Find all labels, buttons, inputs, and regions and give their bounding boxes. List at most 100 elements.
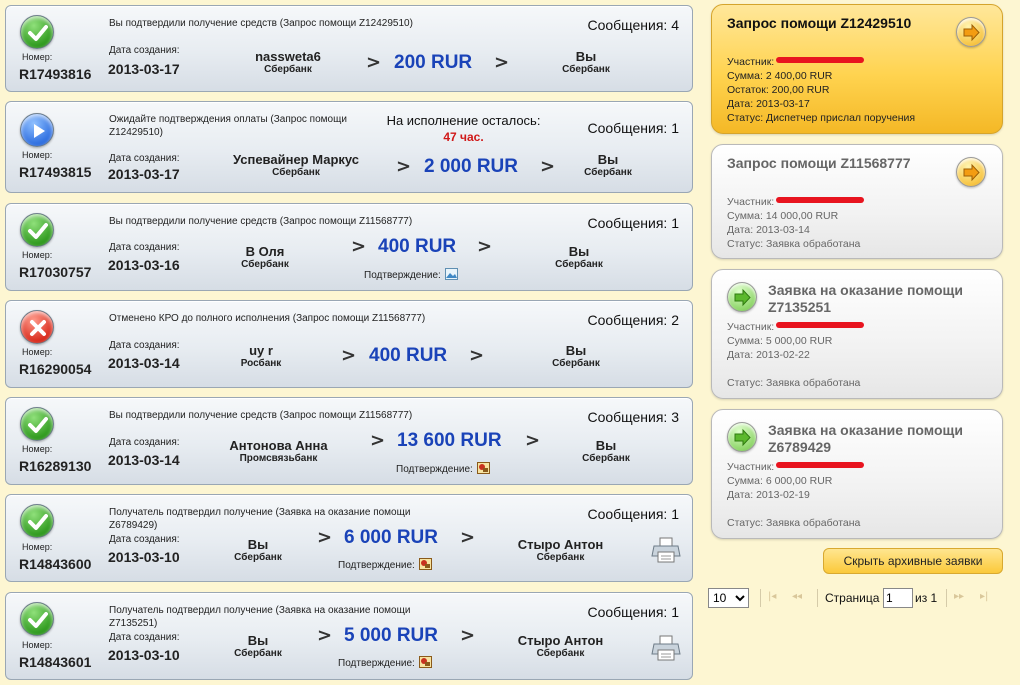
participant: Участник: <box>727 321 865 333</box>
per-page-select[interactable]: 10 <box>708 588 749 608</box>
arrow-right-icon[interactable] <box>956 17 986 47</box>
transaction-number[interactable]: R14843601 <box>19 654 91 670</box>
receiver-bank: Сбербанк <box>562 64 610 75</box>
transaction-number[interactable]: R14843600 <box>19 556 91 572</box>
messages-link[interactable]: Сообщения: 2 <box>587 312 679 328</box>
printer-icon[interactable] <box>651 537 681 563</box>
messages-link[interactable]: Сообщения: 1 <box>587 215 679 231</box>
messages-link[interactable]: Сообщения: 1 <box>587 120 679 136</box>
arrow-icon: > <box>460 527 476 548</box>
arrow-icon: > <box>341 345 357 366</box>
request-date: Дата: 2013-02-22 <box>727 349 810 361</box>
transaction-number[interactable]: R17493815 <box>19 164 91 180</box>
date-label: Дата создания: <box>109 242 180 253</box>
date-label: Дата создания: <box>109 437 180 448</box>
transaction-description: Ожидайте подтверждения оплаты (Запрос по… <box>109 114 347 138</box>
transaction-card[interactable]: Вы подтвердили получение средств (Запрос… <box>5 203 693 291</box>
confirmation[interactable]: Подтверждение: <box>396 462 490 475</box>
arrow-icon: > <box>540 156 556 177</box>
transaction-card[interactable]: Ожидайте подтверждения оплаты (Запрос по… <box>5 101 693 193</box>
receiver-name: Вы <box>597 152 619 167</box>
receiver-bank: Сбербанк <box>582 453 630 464</box>
document-icon[interactable] <box>418 558 432 570</box>
receiver-bank: Сбербанк <box>552 358 600 369</box>
messages-link[interactable]: Сообщения: 4 <box>587 17 679 33</box>
confirmation[interactable]: Подтверждение: <box>364 268 458 281</box>
confirmation[interactable]: Подтверждение: <box>338 656 432 669</box>
transaction-card[interactable]: Вы подтвердили получение средств (Запрос… <box>5 5 693 92</box>
arrow-right-icon[interactable] <box>727 282 757 312</box>
transaction-date: 2013-03-14 <box>108 355 180 371</box>
arrow-icon: > <box>351 236 367 257</box>
date-label: Дата создания: <box>109 534 180 545</box>
first-page-icon[interactable]: |◂ <box>768 591 776 602</box>
transaction-description: Вы подтвердили получение средств (Запрос… <box>109 410 413 421</box>
transaction-card[interactable]: Получатель подтвердил получение (Заявка … <box>5 592 693 680</box>
arrow-right-icon[interactable] <box>727 422 757 452</box>
prev-page-icon[interactable]: ◂◂ <box>792 591 802 602</box>
transaction-number[interactable]: R17030757 <box>19 264 91 280</box>
redaction-mark <box>776 462 865 468</box>
arrow-icon: > <box>460 625 476 646</box>
play-icon <box>20 113 54 147</box>
participant-label: Участник: <box>727 56 775 68</box>
arrow-icon: > <box>469 345 485 366</box>
request-card[interactable]: Запрос помощи Z11568777 Участник: Сумма:… <box>711 144 1003 259</box>
image-icon[interactable] <box>444 268 458 280</box>
request-date: Дата: 2013-03-14 <box>727 224 810 236</box>
receiver-bank: Сбербанк <box>536 552 585 563</box>
request-card-active[interactable]: Запрос помощи Z12429510 Участник: Сумма:… <box>711 4 1003 134</box>
request-card[interactable]: Заявка на оказание помощи Z6789429 Участ… <box>711 409 1003 539</box>
receiver-name: Стыро Антон <box>517 633 604 648</box>
sender-bank: Сбербанк <box>234 552 282 563</box>
hide-archive-button[interactable]: Скрыть архивные заявки <box>823 548 1003 574</box>
sender-bank: Промсвязьбанк <box>239 453 318 464</box>
receiver-name: Стыро Антон <box>517 537 604 552</box>
transaction-description: Вы подтвердили получение средств (Запрос… <box>109 18 413 29</box>
sender-name: uy r <box>249 343 273 358</box>
receiver-bank: Сбербанк <box>536 648 585 659</box>
transaction-number[interactable]: R16289130 <box>19 458 91 474</box>
next-page-icon[interactable]: ▸▸ <box>954 591 964 602</box>
receiver-name: Вы <box>565 343 587 358</box>
transfer-amount: 2 000 RUR <box>424 156 518 177</box>
transaction-card[interactable]: Получатель подтвердил получение (Заявка … <box>5 494 693 582</box>
sender: Вы Сбербанк <box>218 633 298 659</box>
receiver-bank: Сбербанк <box>584 167 632 178</box>
last-page-icon[interactable]: ▸| <box>980 591 988 602</box>
receiver: Вы Сбербанк <box>571 438 641 464</box>
request-card[interactable]: Заявка на оказание помощи Z7135251 Участ… <box>711 269 1003 399</box>
arrow-icon: > <box>317 625 333 646</box>
request-title: Запрос помощи Z12429510 <box>727 15 912 31</box>
confirmation-label: Подтверждение: <box>364 270 441 281</box>
arrow-right-icon[interactable] <box>956 157 986 187</box>
request-status: Статус: Диспетчер прислал поручения <box>727 112 916 124</box>
date-label: Дата создания: <box>109 340 180 351</box>
messages-link[interactable]: Сообщения: 3 <box>587 409 679 425</box>
document-icon[interactable] <box>418 656 432 668</box>
messages-link[interactable]: Сообщения: 1 <box>587 506 679 522</box>
check-icon <box>20 602 54 636</box>
number-label: Номер: <box>22 52 53 62</box>
request-sum: Сумма: 5 000,00 RUR <box>727 335 833 347</box>
messages-link[interactable]: Сообщения: 1 <box>587 604 679 620</box>
date-label: Дата создания: <box>109 45 180 56</box>
document-icon[interactable] <box>476 462 490 474</box>
page-input[interactable] <box>883 588 913 608</box>
transaction-number[interactable]: R16290054 <box>19 361 91 377</box>
request-status: Статус: Заявка обработана <box>727 238 861 250</box>
transaction-number[interactable]: R17493816 <box>19 66 91 82</box>
transaction-date: 2013-03-14 <box>108 452 180 468</box>
confirmation[interactable]: Подтверждение: <box>338 558 432 571</box>
arrow-icon: > <box>396 156 412 177</box>
receiver: Стыро Антон Сбербанк <box>508 633 613 659</box>
sender-name: Вы <box>247 633 269 648</box>
printer-icon[interactable] <box>651 635 681 661</box>
transaction-card[interactable]: Вы подтвердили получение средств (Запрос… <box>5 397 693 485</box>
arrow-icon: > <box>494 52 510 73</box>
sender-name: Успевайнер Маркус <box>232 152 360 167</box>
check-icon <box>20 407 54 441</box>
number-label: Номер: <box>22 150 53 160</box>
transaction-card[interactable]: Отменено КРО до полного исполнения (Запр… <box>5 300 693 388</box>
page-total: из 1 <box>915 591 938 605</box>
